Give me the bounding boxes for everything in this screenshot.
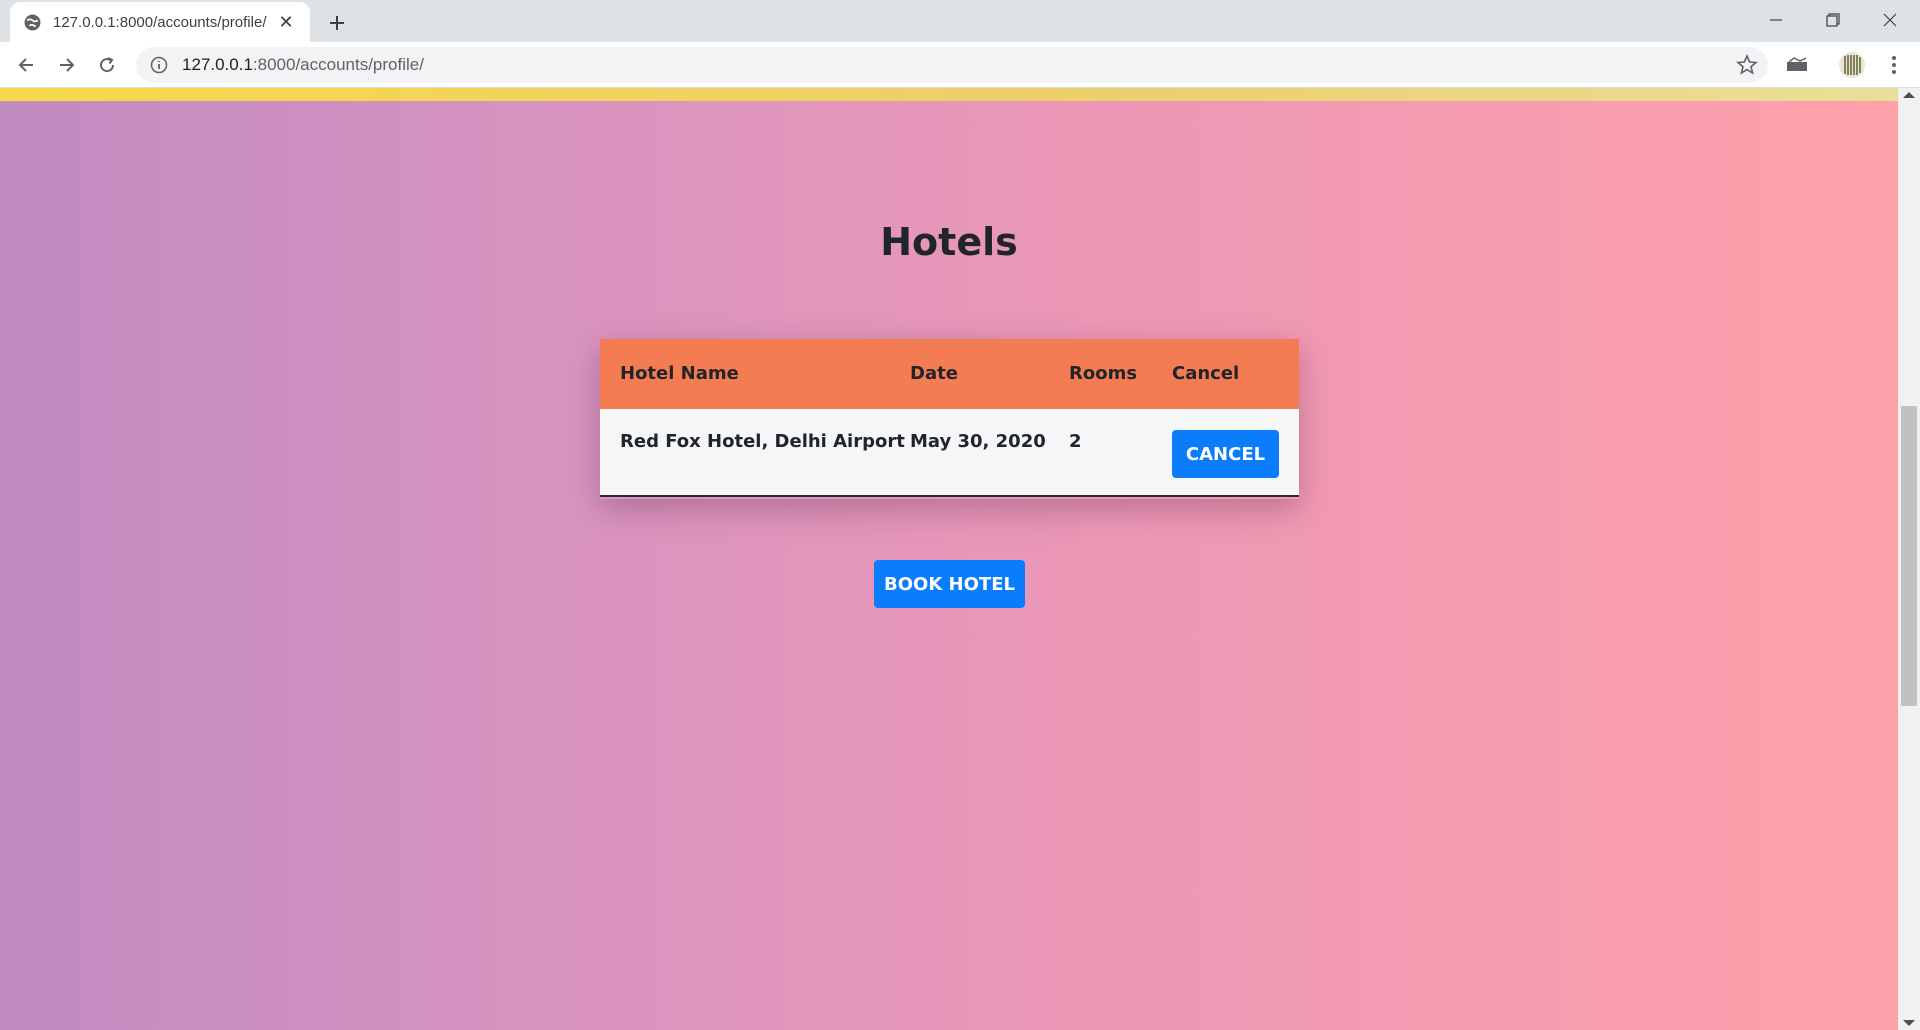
bookmark-star-icon[interactable] — [1736, 54, 1758, 76]
close-tab-icon[interactable]: ✕ — [276, 12, 296, 32]
reload-icon[interactable] — [91, 49, 123, 81]
table-header-row: Hotel Name Date Rooms Cancel — [600, 339, 1299, 409]
browser-tab[interactable]: 127.0.0.1:8000/accounts/profile/ ✕ — [10, 2, 310, 42]
restore-icon[interactable] — [1805, 0, 1861, 40]
url-path: :8000/accounts/profile/ — [252, 55, 424, 74]
column-header-rooms: Rooms — [1069, 363, 1138, 384]
page-viewport: Hotels Hotel Name Date Rooms Cancel Red … — [0, 88, 1920, 1030]
bookings-table: Hotel Name Date Rooms Cancel Red Fox Hot… — [600, 339, 1299, 499]
cell-date: May 30, 2020 — [910, 431, 1046, 452]
cancel-booking-button[interactable]: CANCEL — [1172, 430, 1279, 478]
url-text: 127.0.0.1:8000/accounts/profile/ — [182, 55, 424, 75]
browser-toolbar: 127.0.0.1:8000/accounts/profile/ — [0, 42, 1920, 88]
menu-kebab-icon[interactable] — [1880, 51, 1908, 79]
table-row: Red Fox Hotel, Delhi Airport May 30, 202… — [600, 409, 1299, 497]
info-icon[interactable] — [150, 56, 168, 74]
cell-hotel-name: Red Fox Hotel, Delhi Airport — [620, 431, 905, 452]
cast-media-icon[interactable] — [1783, 51, 1811, 79]
column-header-date: Date — [910, 363, 958, 384]
tab-title: 127.0.0.1:8000/accounts/profile/ — [53, 13, 267, 31]
column-header-hotel-name: Hotel Name — [620, 363, 739, 384]
url-host: 127.0.0.1 — [182, 55, 253, 74]
column-header-cancel: Cancel — [1172, 363, 1240, 384]
top-stripe — [0, 88, 1898, 101]
globe-icon — [24, 14, 41, 30]
forward-icon[interactable] — [51, 49, 83, 81]
profile-avatar[interactable] — [1838, 51, 1866, 79]
address-bar[interactable]: 127.0.0.1:8000/accounts/profile/ — [136, 47, 1768, 83]
book-hotel-button[interactable]: BOOK HOTEL — [874, 560, 1025, 608]
minimize-icon[interactable] — [1748, 0, 1804, 40]
new-tab-icon[interactable] — [322, 8, 352, 38]
page-title: Hotels — [880, 220, 1018, 264]
back-icon[interactable] — [10, 49, 42, 81]
cell-rooms: 2 — [1069, 431, 1082, 452]
scroll-up-icon[interactable] — [1903, 92, 1915, 98]
scroll-down-icon[interactable] — [1903, 1020, 1915, 1026]
tab-strip: 127.0.0.1:8000/accounts/profile/ ✕ — [0, 0, 1920, 42]
vertical-scrollbar[interactable] — [1898, 88, 1920, 1030]
window-close-icon[interactable] — [1862, 0, 1918, 40]
scrollbar-thumb[interactable] — [1901, 406, 1917, 706]
